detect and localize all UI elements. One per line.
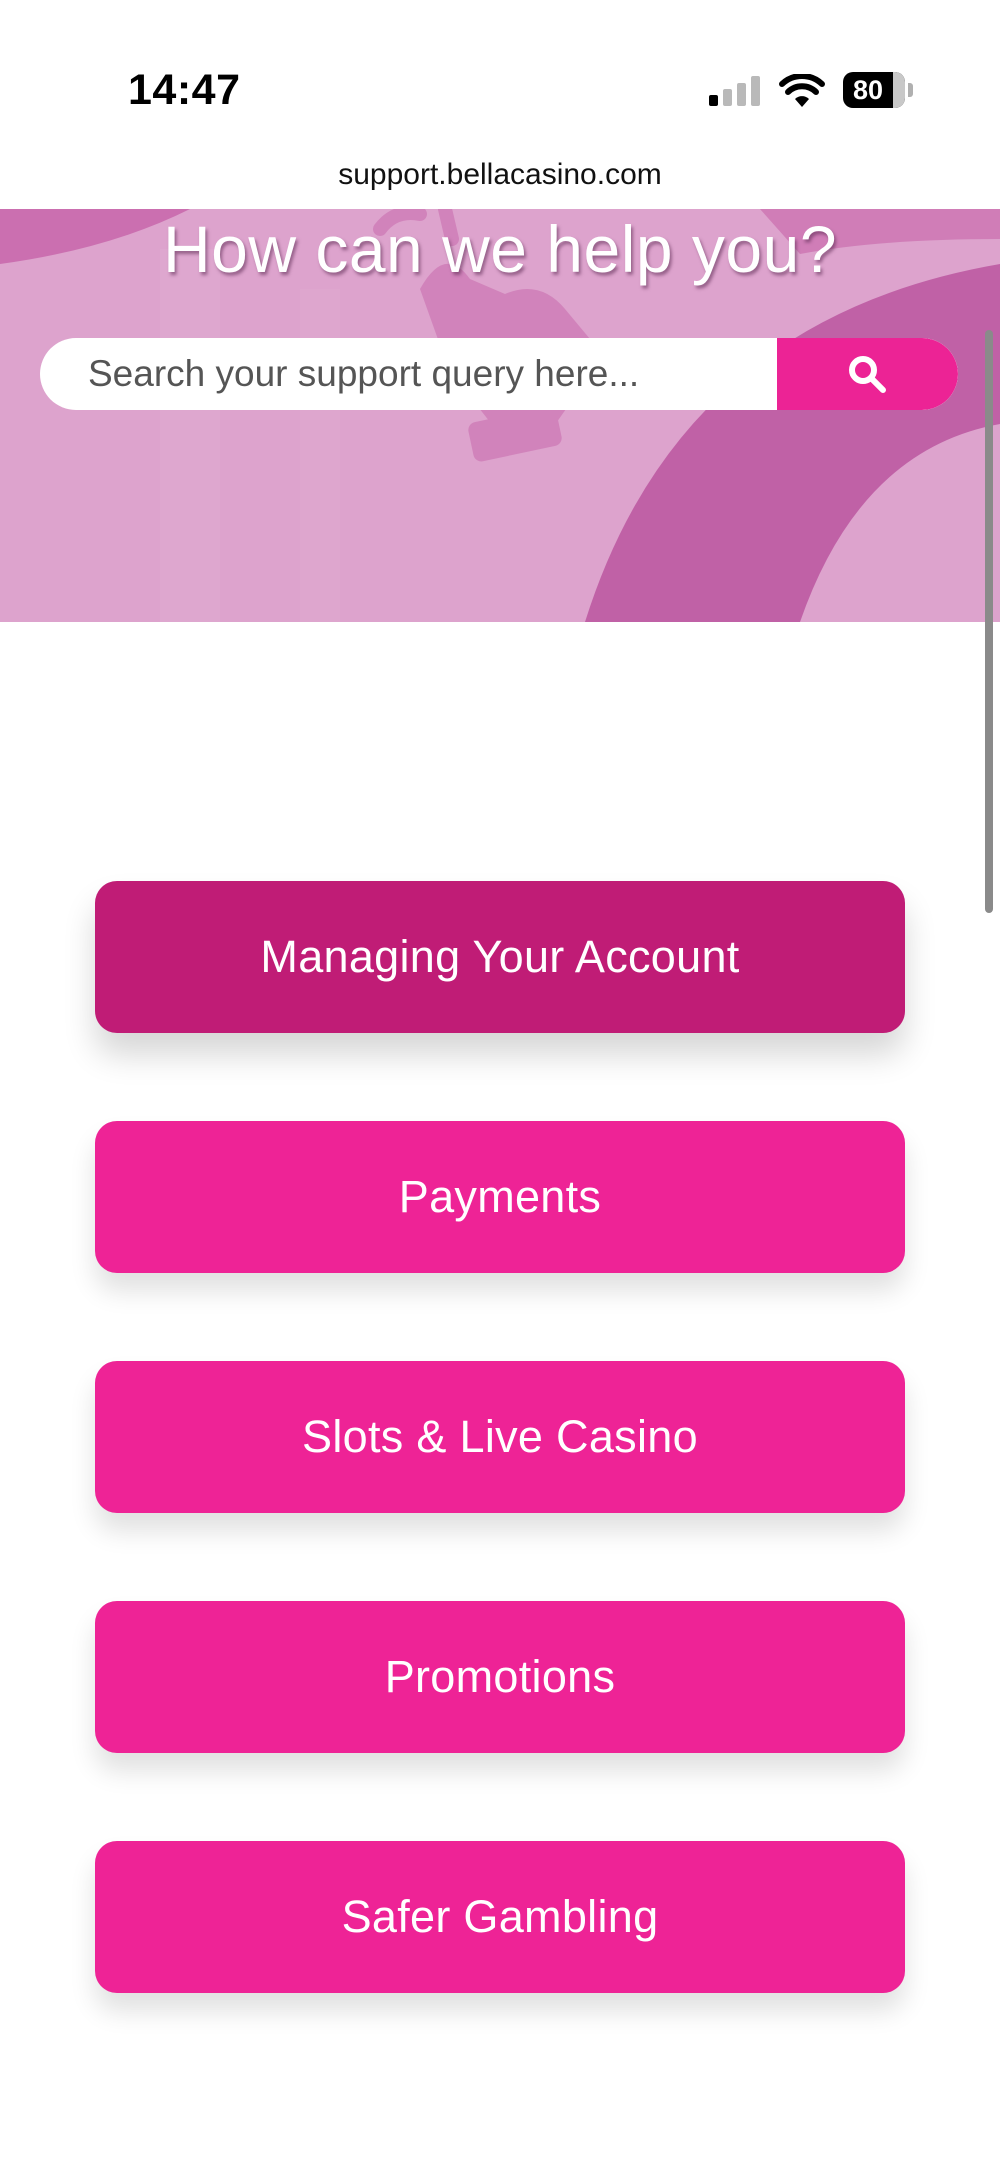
- battery-tip: [908, 83, 913, 97]
- wifi-icon: [779, 74, 825, 107]
- battery-level: 80: [852, 75, 884, 105]
- category-managing-your-account-button[interactable]: Managing Your Account: [95, 881, 905, 1033]
- battery-empty-segment: [893, 72, 905, 108]
- category-payments-button[interactable]: Payments: [95, 1121, 905, 1273]
- status-bar: 14:47 80 support.bellacasino.com: [0, 0, 1000, 191]
- search-input[interactable]: [40, 338, 776, 410]
- page-scrollbar[interactable]: [985, 330, 993, 913]
- search-button[interactable]: [777, 338, 958, 410]
- category-slots-live-casino-button[interactable]: Slots & Live Casino: [95, 1361, 905, 1513]
- category-promotions-button[interactable]: Promotions: [95, 1601, 905, 1753]
- search-icon: [849, 356, 886, 393]
- category-safer-gambling-button[interactable]: Safer Gambling: [95, 1841, 905, 1993]
- hero-banner: How can we help you?: [0, 209, 1000, 622]
- hero-title: How can we help you?: [162, 212, 838, 286]
- search-bar: [40, 338, 958, 410]
- signal-icon: [709, 76, 760, 106]
- status-time: 14:47: [128, 66, 241, 114]
- category-list: Managing Your Account Payments Slots & L…: [95, 881, 905, 2081]
- battery-icon: 80: [843, 72, 915, 108]
- url-label[interactable]: support.bellacasino.com: [0, 158, 1000, 192]
- battery-body: 80: [843, 72, 905, 108]
